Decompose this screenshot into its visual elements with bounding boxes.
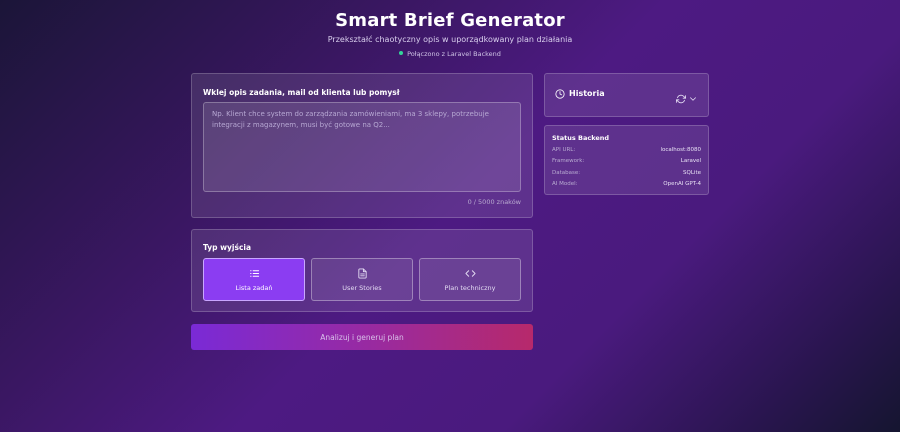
brief-input-label: Wklej opis zadania, mail od klienta lub … — [203, 88, 400, 97]
status-dot-icon — [399, 51, 404, 55]
toggle-history-button[interactable] — [688, 89, 698, 101]
refresh-history-button[interactable] — [676, 89, 686, 104]
clock-icon — [555, 89, 565, 99]
status-key: AI Model: — [552, 181, 578, 187]
output-type-user-stories-button[interactable]: User Stories — [311, 258, 413, 301]
status-value: Laravel — [680, 158, 701, 164]
character-counter: 0 / 5000 znaków — [467, 198, 521, 206]
backend-status-row: AI Model: OpenAI GPT-4 — [552, 181, 701, 190]
output-type-label-text: User Stories — [342, 283, 382, 292]
code-icon — [464, 269, 476, 277]
status-key: API URL: — [552, 147, 576, 153]
output-type-task-list-button[interactable]: Lista zadań — [203, 258, 305, 301]
page-title: Smart Brief Generator — [335, 10, 565, 31]
chevron-down-icon — [690, 97, 696, 101]
list-icon — [249, 269, 259, 277]
page-subtitle: Przekształć chaotyczny opis w uporządkow… — [327, 35, 573, 44]
output-type-label: Typ wyjścia — [203, 243, 252, 252]
backend-status-row: Database: SQLite — [552, 170, 701, 179]
status-key: Database: — [552, 170, 581, 176]
document-icon — [357, 267, 367, 279]
brief-textarea[interactable] — [203, 102, 521, 192]
analyze-generate-button[interactable]: Analizuj i generuj plan — [191, 324, 533, 350]
output-type-label-text: Plan techniczny — [444, 283, 496, 292]
history-title: Historia — [569, 89, 605, 98]
status-value: OpenAI GPT-4 — [663, 181, 701, 187]
output-type-label-text: Lista zadań — [235, 283, 273, 292]
status-value: localhost:8080 — [660, 147, 701, 153]
brief-input-card: Wklej opis zadania, mail od klienta lub … — [191, 73, 533, 218]
history-card: Historia — [544, 73, 709, 117]
status-value: SQLite — [683, 170, 701, 176]
refresh-icon — [676, 94, 686, 104]
connection-status-text: Połączono z Laravel Backend — [407, 50, 501, 58]
backend-status-card: Status Backend API URL: localhost:8080 F… — [544, 125, 709, 195]
status-key: Framework: — [552, 158, 585, 164]
backend-status-row: Framework: Laravel — [552, 158, 701, 167]
backend-status-title: Status Backend — [552, 134, 610, 142]
output-type-card: Typ wyjścia Lista zadań User Stories Pla… — [191, 229, 533, 312]
output-type-technical-plan-button[interactable]: Plan techniczny — [419, 258, 521, 301]
backend-status-row: API URL: localhost:8080 — [552, 147, 701, 156]
connection-status: Połączono z Laravel Backend — [0, 50, 900, 58]
